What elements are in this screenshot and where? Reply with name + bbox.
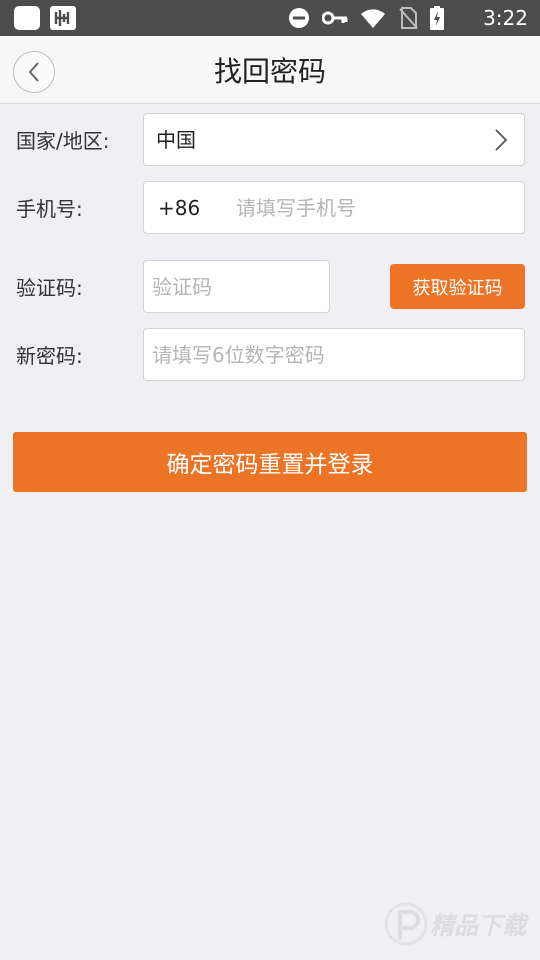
code-label: 验证码: (16, 276, 83, 300)
phone-label: 手机号: (16, 197, 83, 221)
watermark-logo: 精品下载 (384, 896, 534, 952)
phone-field[interactable]: +86 请填写手机号 (143, 181, 525, 234)
vpn-key-icon (322, 11, 348, 25)
status-icons (288, 6, 444, 30)
country-label: 国家/地区: (16, 129, 110, 153)
phone-prefix[interactable]: +86 (158, 194, 200, 222)
app-square-icon (14, 6, 40, 30)
country-selector[interactable]: 中国 (143, 113, 525, 166)
wifi-icon (361, 9, 385, 28)
app-header: 找回密码 (0, 36, 540, 104)
password-placeholder: 请填写6位数字密码 (152, 343, 325, 367)
country-value: 中国 (156, 128, 196, 152)
app-logo-icon (50, 6, 76, 30)
no-sim-icon (399, 7, 418, 29)
phone-input[interactable]: 请填写手机号 (236, 194, 356, 222)
watermark-text: 精品下载 (430, 912, 530, 940)
battery-charging-icon (430, 6, 444, 30)
status-time: 3:22 (483, 6, 528, 30)
page-title: 找回密码 (213, 55, 326, 88)
code-input[interactable]: 验证码 (143, 260, 330, 313)
do-not-disturb-icon (289, 8, 309, 28)
password-label: 新密码: (16, 344, 83, 368)
reset-and-login-button[interactable]: 确定密码重置并登录 (13, 432, 527, 492)
password-input[interactable]: 请填写6位数字密码 (143, 328, 525, 381)
get-code-button[interactable]: 获取验证码 (390, 264, 525, 309)
chevron-right-icon (495, 129, 508, 151)
status-bar: 3:22 (0, 0, 540, 36)
code-placeholder: 验证码 (152, 275, 212, 299)
